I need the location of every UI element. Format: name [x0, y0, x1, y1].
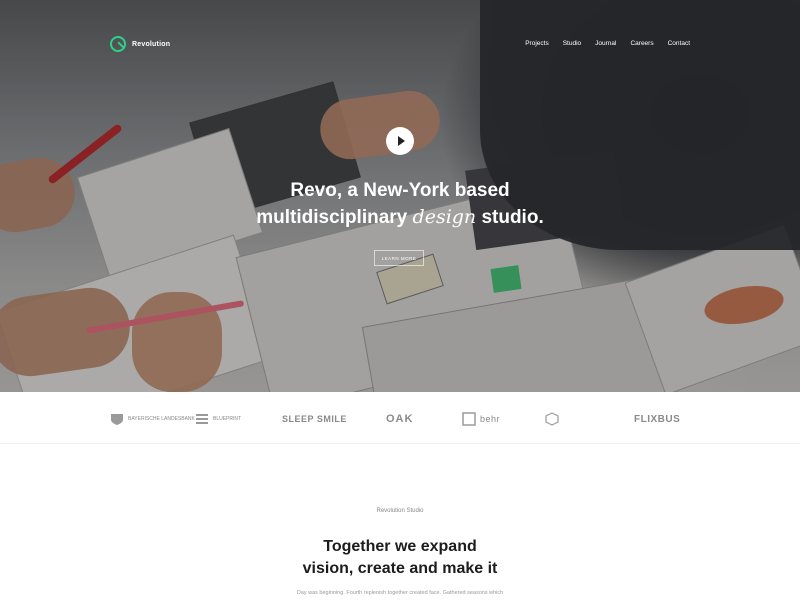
- headline-line-2-post: studio.: [476, 207, 544, 228]
- brand-name: Revolution: [132, 40, 171, 48]
- client-wordmark: FLIXBUS: [634, 413, 681, 425]
- section-body: Day was beginning. Fourth replenish toge…: [296, 590, 504, 596]
- nav-item-studio[interactable]: Studio: [563, 40, 581, 47]
- headline-line-2-pre: multidisciplinary: [256, 207, 413, 228]
- nav-item-contact[interactable]: Contact: [668, 40, 690, 47]
- client-wordmark: SLEEP SMILE: [282, 414, 347, 424]
- hexagon-icon: [545, 412, 559, 426]
- section-title-line-2: vision, create and make it: [302, 560, 498, 577]
- client-caption: BLUEPRINT: [213, 416, 242, 422]
- top-navigation: Revolution Projects Studio Journal Caree…: [0, 0, 800, 80]
- nav-item-careers[interactable]: Careers: [630, 40, 653, 47]
- headline-italic-word: design: [412, 206, 477, 228]
- logo-icon: [110, 36, 126, 52]
- shield-icon: [111, 414, 123, 425]
- square-icon: [462, 412, 476, 426]
- nav-item-projects[interactable]: Projects: [525, 40, 548, 47]
- brand-logo[interactable]: Revolution: [110, 36, 170, 52]
- hero-section: Revolution Projects Studio Journal Caree…: [0, 0, 800, 392]
- client-caption: BAYERISCHE LANDESBANK: [128, 416, 195, 422]
- client-logo-oak: OAK: [386, 410, 413, 428]
- section-title: Together we expand vision, create and ma…: [0, 536, 800, 580]
- section-eyebrow: Revolution Studio: [376, 508, 424, 514]
- client-logo-sleep-smile: SLEEP SMILE: [282, 410, 347, 428]
- client-logo-flixbus: FLIXBUS: [634, 410, 680, 428]
- client-logo-blueprint: BLUEPRINT: [195, 410, 241, 428]
- nav-item-journal[interactable]: Journal: [595, 40, 616, 47]
- main-menu: Projects Studio Journal Careers Contact: [525, 40, 690, 47]
- client-wordmark: OAK: [386, 413, 414, 425]
- play-video-button[interactable]: [386, 127, 414, 155]
- learn-more-button[interactable]: Learn More: [374, 250, 424, 266]
- client-wordmark: behr: [480, 414, 501, 424]
- play-icon: [397, 136, 405, 146]
- stripes-icon: [196, 414, 208, 424]
- client-logo-blb: BAYERISCHE LANDESBANK: [110, 410, 195, 428]
- client-logo-klima: [545, 410, 563, 428]
- client-logo-behr: behr: [462, 410, 500, 428]
- headline-line-1: Revo, a New-York based: [290, 180, 510, 201]
- hero-headline: Revo, a New-York based multidisciplinary…: [0, 178, 800, 231]
- section-title-line-1: Together we expand: [323, 538, 477, 555]
